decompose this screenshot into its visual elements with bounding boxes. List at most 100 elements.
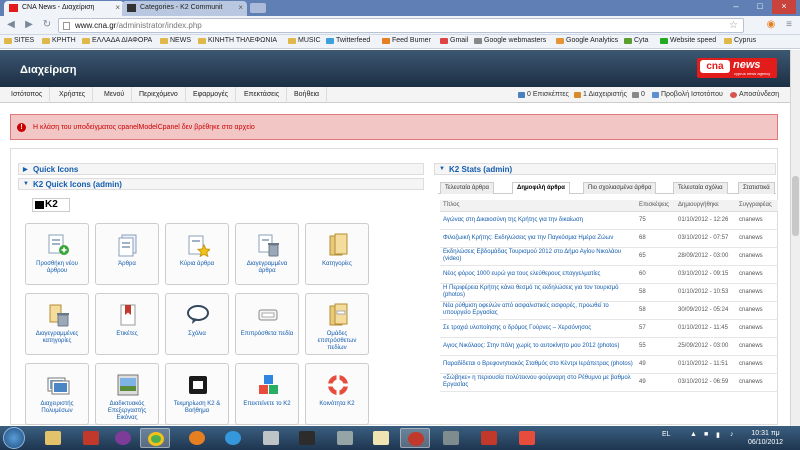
taskbar-firefox[interactable] <box>182 428 212 448</box>
logout-link[interactable]: Αποσύνδεση <box>730 91 779 98</box>
close-tab-icon[interactable]: × <box>238 3 243 12</box>
bookmark-ellada[interactable]: ΕΛΛΑΔΑ ΔΙΑΦΟΡΑ <box>82 37 152 44</box>
k2-community-button[interactable]: Κοινότητα K2 <box>305 363 369 425</box>
bookmark-news[interactable]: NEWS <box>160 37 191 44</box>
new-tab-button[interactable] <box>250 3 266 13</box>
k2-trashed-articles-button[interactable]: Διαγεγραμμένα άρθρα <box>235 223 299 285</box>
k2-image-editor-button[interactable]: Διαδικτυακός Επεξεργαστής Εικόνας <box>95 363 159 425</box>
article-title-link[interactable]: «Σώβηκε» η περιουσία πολύτεκνου φούρναρη… <box>440 373 636 392</box>
bookmark-cyta[interactable]: Cyta <box>624 37 648 44</box>
article-title-link[interactable]: Σε τροχιά υλοποίησης ο δρόμος Γούρνες – … <box>440 319 636 338</box>
taskbar-app[interactable] <box>436 428 466 448</box>
bookmark-feedburner[interactable]: Feed Burner <box>382 37 431 44</box>
k2-stats-header[interactable]: ▼ K2 Stats (admin) <box>434 163 776 175</box>
maximize-icon[interactable]: □ <box>748 0 772 14</box>
tab-latest-articles[interactable]: Τελευταία άρθρα <box>440 182 494 194</box>
scrollbar-thumb[interactable] <box>792 176 799 236</box>
quick-icons-header[interactable]: ▶ Quick Icons <box>18 163 424 175</box>
menu-components[interactable]: Εφαρμογές <box>186 87 237 103</box>
page-scrollbar[interactable] <box>790 50 800 426</box>
language-indicator[interactable]: EL <box>662 431 671 438</box>
k2-add-article-button[interactable]: Προσθήκη νέου άρθρου <box>25 223 89 285</box>
article-title-link[interactable]: Η Περιφέρεια Κρήτης κάνει θεσμό τις εκδη… <box>440 283 636 302</box>
bookmark-kiniti[interactable]: ΚΙΝΗΤΗ ΤΗΛΕΦΩΝΙΑ <box>198 37 277 44</box>
k2-quick-icons-header[interactable]: ▼ K2 Quick Icons (admin) <box>18 178 424 190</box>
menu-site[interactable]: Ιστότοπος <box>4 87 51 103</box>
taskbar-media-player[interactable] <box>108 428 138 448</box>
taskbar-blackberry[interactable] <box>292 428 322 448</box>
taskbar-clock[interactable]: 10:31 πμ 06/10/2012 <box>748 429 783 447</box>
bookmark-twitterfeed[interactable]: Twitterfeed <box>326 37 370 44</box>
article-title-link[interactable]: Νέος φόρος 1000 ευρώ για τους ελεύθερους… <box>440 265 636 284</box>
k2-logo-text: K2 <box>45 199 58 210</box>
rss-icon[interactable]: ◉ <box>764 19 778 32</box>
taskbar-chrome[interactable] <box>140 428 170 448</box>
taskbar-acrobat[interactable] <box>512 428 542 448</box>
bookmark-kriti[interactable]: ΚΡΗΤΗ <box>42 37 76 44</box>
k2-categories-button[interactable]: Κατηγορίες <box>305 223 369 285</box>
reload-icon[interactable]: ↻ <box>40 19 54 32</box>
menu-menus[interactable]: Μενού <box>97 87 133 103</box>
taskbar-ie[interactable] <box>218 428 248 448</box>
tab-latest-comments[interactable]: Τελευταία σχόλια <box>673 182 728 194</box>
network-icon[interactable]: ▮ <box>716 431 720 439</box>
article-title-link[interactable]: Παραδίδεται ο Βρεφονηπιακός Σταθμός στο … <box>440 355 636 374</box>
k2-extend-button[interactable]: Επεκτείνετε το K2 <box>235 363 299 425</box>
bookmark-google-analytics[interactable]: Google Analytics <box>556 37 618 44</box>
forward-icon[interactable]: ▶ <box>22 19 36 32</box>
tray-app-icon[interactable]: ■ <box>704 431 708 438</box>
k2-articles-button[interactable]: Άρθρα <box>95 223 159 285</box>
view-site-link[interactable]: Προβολή Ιστοτόπου <box>652 91 723 98</box>
taskbar-filezilla[interactable] <box>474 428 504 448</box>
tab-most-commented[interactable]: Πιο σχολιασμένα άρθρα <box>583 182 657 194</box>
address-bar[interactable]: www.cna.gr/administrator/index.php ☆ <box>58 18 744 33</box>
messages-status[interactable]: 0 <box>632 91 645 98</box>
browser-tab-k2-categories[interactable]: Categories - K2 Communit × <box>122 1 247 16</box>
tray-arrow-icon[interactable]: ▲ <box>690 431 697 438</box>
k2-comments-button[interactable]: Σχόλια <box>165 293 229 355</box>
taskbar-notepad[interactable] <box>366 428 396 448</box>
bookmark-website-speed[interactable]: Website speed <box>660 37 716 44</box>
taskbar-explorer[interactable] <box>38 428 68 448</box>
bookmark-star-icon[interactable]: ☆ <box>729 20 738 31</box>
admins-status[interactable]: 1 Διαχειριστής <box>574 91 627 98</box>
k2-featured-articles-button[interactable]: Κύρια άρθρα <box>165 223 229 285</box>
close-tab-icon[interactable]: × <box>115 3 120 12</box>
minimize-icon[interactable]: – <box>724 0 748 14</box>
k2-extra-field-groups-button[interactable]: Ομάδες επιπρόσθετων πεδίων <box>305 293 369 355</box>
bookmark-google-webmasters[interactable]: Google webmasters <box>474 37 546 44</box>
bookmark-label: ΚΙΝΗΤΗ ΤΗΛΕΦΩΝΙΑ <box>208 37 278 44</box>
browser-tab-cna-news[interactable]: CNA News - Διαχείριση × <box>4 1 124 16</box>
article-title-link[interactable]: Εκδηλώσεις Εβδομάδας Τουρισμού 2012 στο … <box>440 247 636 266</box>
k2-extra-fields-button[interactable]: Επιπρόσθετα πεδία <box>235 293 299 355</box>
visitors-status[interactable]: 0 Επισκέπτες <box>518 91 569 98</box>
k2-media-manager-button[interactable]: Διαχειριστής Πολυμέσων <box>25 363 89 425</box>
menu-help[interactable]: Βοήθεια <box>287 87 328 103</box>
menu-content[interactable]: Περιεχόμενο <box>132 87 186 103</box>
volume-icon[interactable]: ♪ <box>730 431 734 438</box>
article-title-link[interactable]: Φιλοζωική Κρήτης: Εκδηλώσεις για την Παγ… <box>440 229 636 248</box>
menu-users[interactable]: Χρήστες <box>52 87 94 103</box>
k2-tags-button[interactable]: Ετικέτες <box>95 293 159 355</box>
taskbar-image-viewer[interactable] <box>400 428 430 448</box>
back-icon[interactable]: ◀ <box>4 19 18 32</box>
article-title-link[interactable]: Αγιος Νικόλαος: Στην πόλη χωρίς το αυτοκ… <box>440 337 636 356</box>
bookmark-sites[interactable]: SITES <box>4 37 34 44</box>
tab-statistics[interactable]: Στατιστικά <box>738 182 775 194</box>
window-close-icon[interactable]: × <box>772 0 796 14</box>
article-title-link[interactable]: Νέα ρύθμιση οφειλών από ασφαλιστικές εισ… <box>440 301 636 320</box>
k2-documentation-button[interactable]: Τεκμηρίωση K2 & Βοήθημα <box>165 363 229 425</box>
wrench-menu-icon[interactable]: ≡ <box>782 19 796 32</box>
bookmark-cyprus[interactable]: Cyprus <box>724 37 756 44</box>
article-author: cnanews <box>736 319 778 338</box>
taskbar-scanner[interactable] <box>256 428 286 448</box>
bookmark-gmail[interactable]: Gmail <box>440 37 468 44</box>
menu-extensions[interactable]: Επεκτάσεις <box>237 87 288 103</box>
start-button[interactable] <box>3 427 25 449</box>
k2-trashed-categories-button[interactable]: Διαγεγραμμένες κατηγορίες <box>25 293 89 355</box>
taskbar-tools[interactable] <box>330 428 360 448</box>
tab-popular-articles[interactable]: Δημοφιλή άρθρα <box>512 182 570 194</box>
taskbar-pc-app[interactable] <box>76 428 106 448</box>
article-title-link[interactable]: Αγώνας στη Δικαιοσύνη της Κρήτης για την… <box>440 211 636 230</box>
bookmark-music[interactable]: MUSIC <box>288 37 321 44</box>
